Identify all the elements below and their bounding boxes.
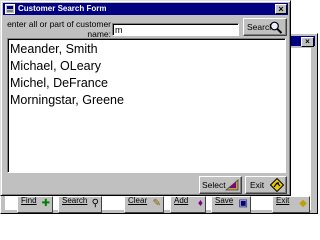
exit-icon: ◆	[299, 198, 307, 209]
dialog-title: Customer Search Form	[18, 4, 107, 13]
results-list[interactable]: Meander, Smith Michael, OLeary Michel, D…	[7, 38, 286, 173]
select-button[interactable]: Select	[199, 176, 242, 194]
result-item[interactable]: Meander, Smith	[10, 41, 285, 58]
magnifier-icon	[270, 21, 283, 34]
exit-button-label: Exit	[250, 180, 265, 190]
pointing-hand-icon	[225, 179, 239, 191]
result-item[interactable]: Morningstar, Greene	[10, 92, 285, 109]
clear-button[interactable]: Clear ✎	[124, 196, 164, 213]
magnifier-icon: ⚲	[91, 198, 99, 209]
result-item[interactable]: Michel, DeFrance	[10, 75, 285, 92]
title-bar: Customer Search Form ×	[3, 3, 288, 15]
save-button[interactable]: Save ▣	[211, 196, 251, 213]
customer-name-input[interactable]	[112, 23, 239, 36]
eraser-icon: ✎	[152, 198, 161, 209]
bg-search-button[interactable]: Search ⚲	[58, 196, 102, 213]
find-icon: ✚	[41, 198, 50, 209]
bg-exit-button-label: Exit	[276, 196, 290, 205]
background-toolbar: Find ✚ Search ⚲ Clear ✎ Add ♦ Save ▣ Exi…	[0, 196, 318, 215]
search-prompt-label: enter all or part of customer name:	[7, 19, 111, 39]
add-icon: ♦	[197, 198, 203, 209]
search-button[interactable]: Search	[243, 18, 287, 36]
save-button-label: Save	[215, 196, 234, 205]
app-icon	[5, 4, 15, 14]
add-button[interactable]: Add ♦	[170, 196, 206, 213]
add-button-label: Add	[174, 196, 189, 205]
clear-button-label: Clear	[128, 196, 148, 205]
customer-search-dialog: Customer Search Form × enter all or part…	[0, 0, 291, 196]
select-button-label: Select	[202, 180, 226, 190]
background-close-button[interactable]: ×	[301, 37, 314, 47]
exit-button[interactable]: Exit	[245, 176, 287, 194]
find-button-label: Find	[21, 196, 37, 205]
bg-search-button-label: Search	[62, 196, 88, 205]
find-button[interactable]: Find ✚	[17, 196, 53, 213]
save-icon: ▣	[238, 198, 248, 209]
result-item[interactable]: Michael, OLeary	[10, 58, 285, 75]
exit-icon	[270, 178, 284, 192]
bg-exit-button[interactable]: Exit ◆	[272, 196, 310, 213]
close-button[interactable]: ×	[275, 4, 287, 14]
